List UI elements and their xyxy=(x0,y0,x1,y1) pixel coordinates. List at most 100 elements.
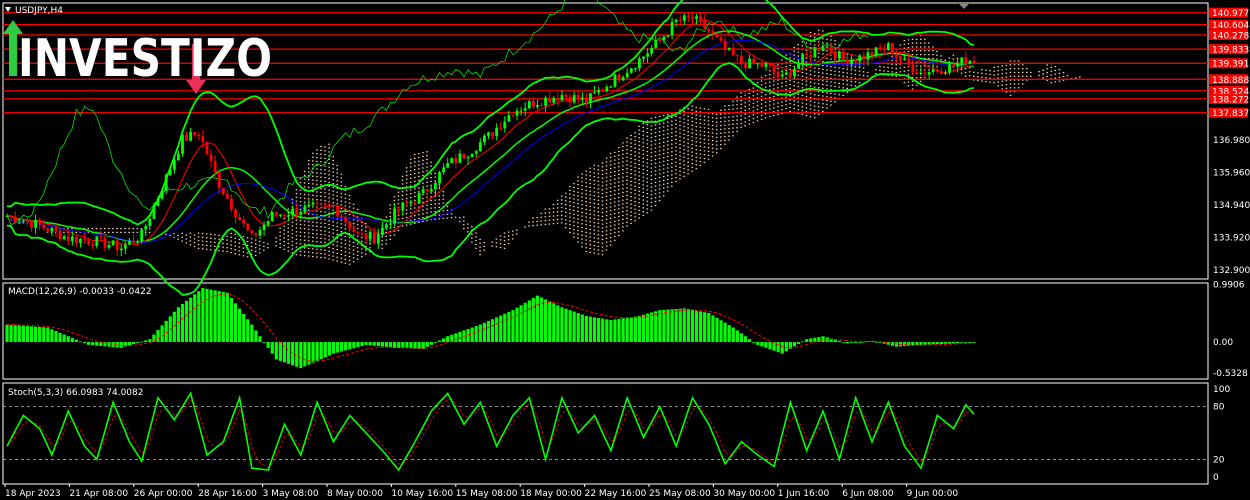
cloud-dot xyxy=(732,131,734,133)
cloud-dot xyxy=(928,54,930,56)
candle-body xyxy=(735,55,739,57)
cloud-dot xyxy=(426,212,428,214)
cloud-dot xyxy=(463,220,465,222)
cloud-dot xyxy=(418,168,420,170)
cloud-dot xyxy=(907,43,910,45)
cloud-dot xyxy=(691,151,693,153)
cloud-dot xyxy=(638,163,640,166)
cloud-dot xyxy=(324,257,326,259)
cloud-dot xyxy=(626,183,628,185)
cloud-dot xyxy=(638,183,640,185)
cloud-dot xyxy=(703,115,706,118)
cloud-dot xyxy=(593,229,596,231)
cloud-dot xyxy=(638,217,640,219)
cloud-dot xyxy=(654,116,657,118)
cloud-dot xyxy=(769,93,771,95)
cloud-dot xyxy=(830,96,832,98)
cloud-dot xyxy=(328,220,330,222)
cloud-dot xyxy=(352,249,355,251)
macd-bar xyxy=(340,342,344,352)
cloud-dot xyxy=(809,104,812,106)
cloud-dot xyxy=(430,203,432,205)
cloud-dot xyxy=(642,165,645,167)
cloud-dot xyxy=(858,70,861,72)
cloud-dot xyxy=(801,94,804,97)
cloud-dot xyxy=(593,202,596,205)
cloud-dot xyxy=(324,241,326,244)
cloud-dot xyxy=(724,136,726,138)
cloud-dot xyxy=(597,207,600,209)
cloud-dot xyxy=(630,211,632,213)
cloud-dot xyxy=(263,249,265,251)
cloud-dot xyxy=(581,215,583,217)
cloud-dot xyxy=(601,181,604,183)
candle-body xyxy=(715,33,719,38)
cloud-dot xyxy=(593,172,596,174)
cloud-dot xyxy=(324,180,326,183)
cloud-dot xyxy=(340,185,343,187)
cloud-dot xyxy=(646,177,649,179)
cloud-dot xyxy=(740,119,742,121)
macd-bar xyxy=(74,339,78,343)
cloud-dot xyxy=(214,234,216,236)
cloud-dot xyxy=(589,213,591,215)
cloud-dot xyxy=(638,141,640,143)
candle-body xyxy=(128,240,131,245)
cloud-dot xyxy=(826,99,828,102)
cloud-dot xyxy=(585,235,587,237)
cloud-dot xyxy=(593,195,596,197)
cloud-dot xyxy=(826,88,828,90)
cloud-dot xyxy=(597,165,600,167)
cloud-dot xyxy=(642,214,645,217)
cloud-dot xyxy=(259,248,261,250)
macd-bar xyxy=(588,316,593,343)
scroll-marker-icon[interactable] xyxy=(958,3,970,9)
cloud-dot xyxy=(397,191,400,193)
cloud-dot xyxy=(687,165,689,167)
candle-body xyxy=(813,48,817,58)
cloud-dot xyxy=(197,236,200,238)
cloud-dot xyxy=(846,83,849,86)
candle-body xyxy=(870,52,874,56)
cloud-dot xyxy=(291,225,294,227)
cloud-dot xyxy=(336,168,339,170)
cloud-dot xyxy=(899,71,902,73)
macd-bar xyxy=(197,291,201,343)
cloud-dot xyxy=(769,116,771,118)
candle-body xyxy=(466,157,470,159)
candle-body xyxy=(83,238,86,241)
cloud-dot xyxy=(414,180,416,182)
cloud-dot xyxy=(177,234,179,237)
cloud-dot xyxy=(601,227,604,229)
candle-body xyxy=(156,198,160,206)
cloud-dot xyxy=(756,101,759,103)
cloud-dot xyxy=(613,216,616,219)
cloud-dot xyxy=(854,85,857,87)
cloud-dot xyxy=(638,190,640,192)
level-tag-label: 138.272 xyxy=(1212,95,1249,105)
cloud-dot xyxy=(915,65,918,67)
cloud-dot xyxy=(426,204,428,206)
cloud-dot xyxy=(679,151,681,153)
candle-body xyxy=(209,154,213,161)
candle-body xyxy=(638,58,641,69)
candle-body xyxy=(793,68,796,77)
window-menu-icon[interactable] xyxy=(5,7,11,12)
cloud-dot xyxy=(728,127,730,130)
candle-body xyxy=(776,72,780,77)
cloud-dot xyxy=(679,162,681,165)
cloud-dot xyxy=(638,125,640,127)
cloud-dot xyxy=(1066,75,1069,77)
cloud-dot xyxy=(414,207,416,209)
cloud-dot xyxy=(907,77,910,79)
cloud-dot xyxy=(597,226,600,228)
candle-body xyxy=(344,217,348,223)
cloud-dot xyxy=(613,197,616,199)
cloud-dot xyxy=(324,249,326,251)
cloud-dot xyxy=(409,223,412,225)
cloud-dot xyxy=(683,145,685,147)
cloud-dot xyxy=(532,217,534,219)
cloud-dot xyxy=(654,174,657,176)
candle-body xyxy=(536,104,539,107)
cloud-dot xyxy=(618,169,620,172)
